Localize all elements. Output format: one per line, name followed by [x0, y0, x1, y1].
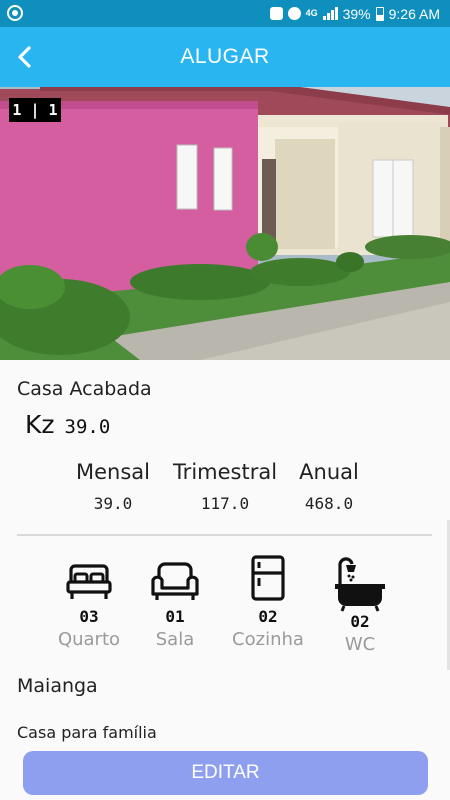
price: Kz 39.0 [25, 410, 110, 439]
amenity-label: WC [344, 634, 376, 655]
edit-button[interactable]: EDITAR [23, 751, 428, 795]
amenity-count: 02 [350, 612, 370, 631]
amenity-wc: 02 WC [330, 554, 390, 655]
period-value: 117.0 [200, 494, 250, 513]
amenity-count: 02 [258, 607, 278, 626]
bed-icon [66, 564, 112, 599]
period-label: Anual [299, 460, 359, 484]
amenity-label: Cozinha [232, 629, 304, 650]
screen: 4G 39% 9:26 AM ALUGAR 1 | 1 Casa Acabada… [0, 0, 450, 800]
price-value: 39.0 [64, 416, 111, 438]
period-value: 39.0 [93, 494, 133, 513]
app-notification-icon [7, 5, 23, 21]
property-photo[interactable] [0, 87, 450, 360]
page-title: ALUGAR [180, 45, 270, 68]
property-title: Casa Acabada [17, 378, 152, 400]
period-label: Trimestral [172, 460, 278, 484]
property-description: Casa para família [17, 723, 157, 742]
network-type: 4G [305, 8, 318, 18]
currency: Kz [25, 410, 55, 439]
period-label: Mensal [76, 460, 150, 484]
app-bar: ALUGAR [0, 27, 450, 87]
alarm-icon [287, 7, 301, 20]
amenity-count: 03 [79, 607, 99, 626]
amenity-quarto: 03 Quarto [57, 554, 121, 650]
amenity-cozinha: 02 Cozinha [226, 554, 310, 650]
fridge-icon [251, 555, 285, 601]
divider [17, 534, 432, 536]
period-value: 468.0 [304, 494, 354, 513]
photo-counter: 1 | 1 [9, 98, 61, 122]
amenity-count: 01 [165, 607, 185, 626]
amenity-label: Quarto [57, 629, 121, 650]
amenity-label: Sala [155, 629, 195, 650]
bathtub-icon [335, 557, 385, 612]
clock-time: 9:26 AM [388, 5, 440, 22]
sofa-icon [151, 562, 199, 600]
battery-percent: 39% [342, 5, 371, 22]
property-location: Maianga [17, 675, 98, 697]
period-quarterly: Trimestral 117.0 [170, 460, 280, 513]
battery-icon [375, 6, 384, 21]
status-bar: 4G 39% 9:26 AM [0, 0, 450, 27]
lock-icon [269, 7, 283, 20]
period-monthly: Mensal 39.0 [70, 460, 156, 513]
amenity-sala: 01 Sala [147, 554, 203, 650]
period-annual: Anual 468.0 [294, 460, 364, 513]
signal-icon [322, 7, 338, 20]
status-icons: 4G 39% 9:26 AM [269, 5, 440, 22]
